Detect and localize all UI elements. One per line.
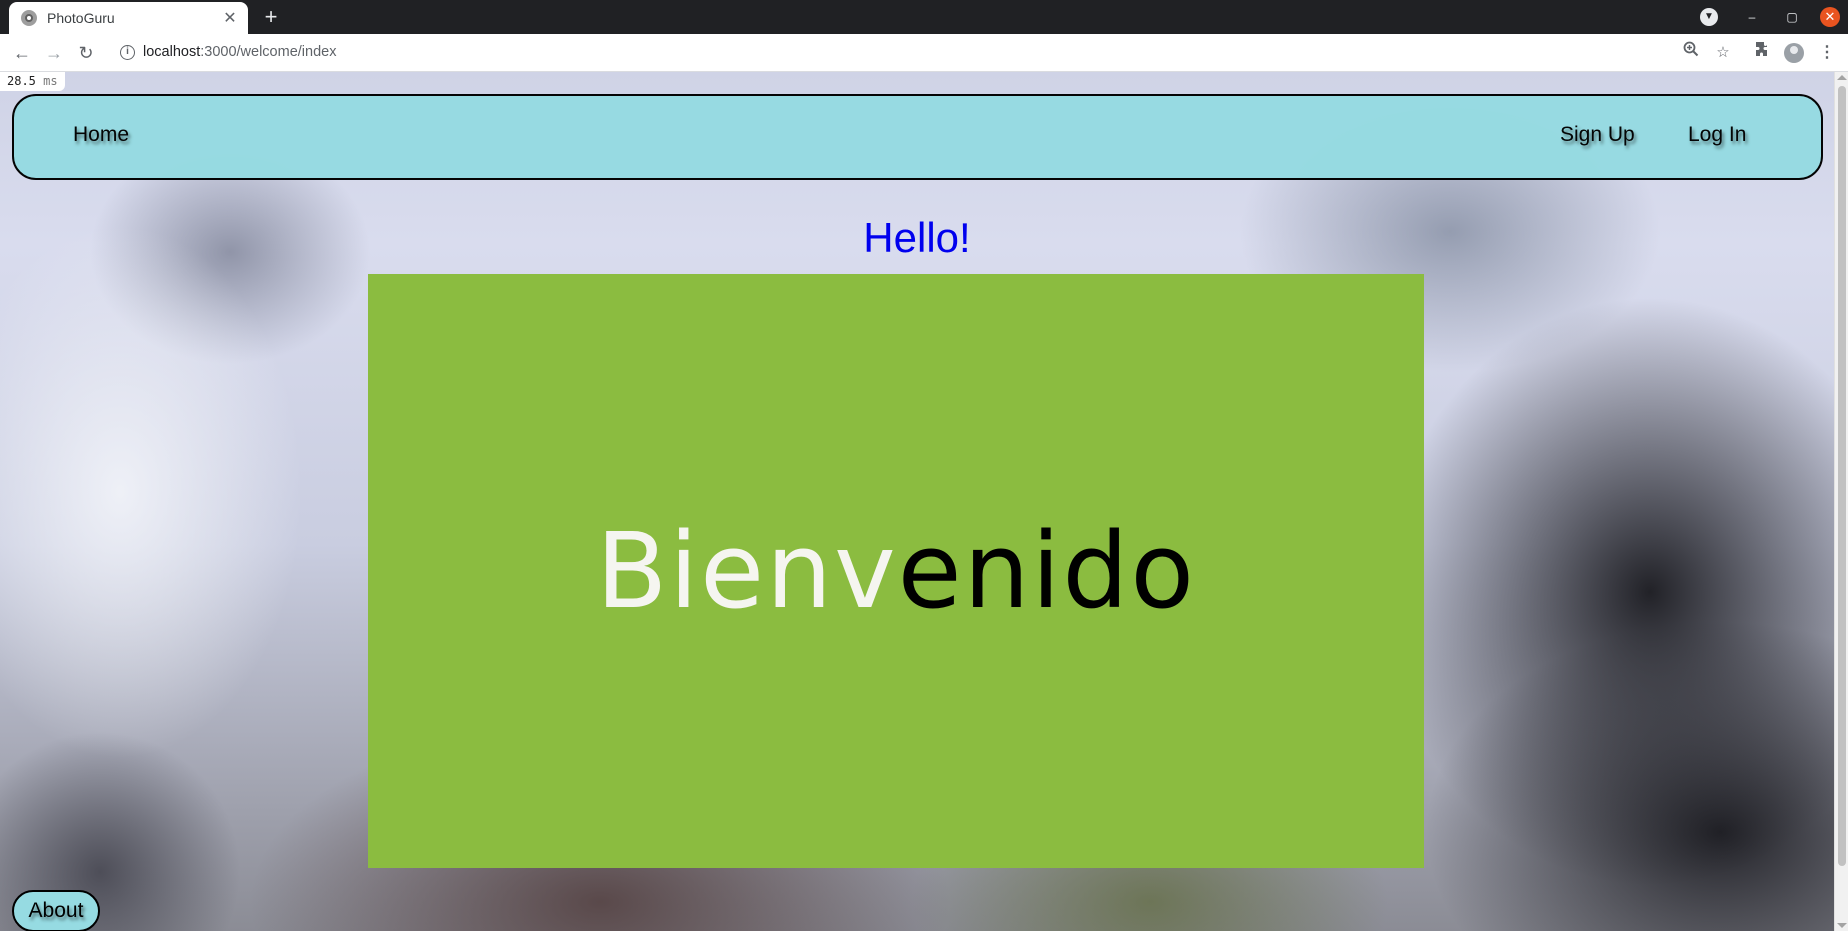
reload-button[interactable]: ↻ (74, 41, 98, 65)
address-bar[interactable]: i localhost:3000/welcome/index (108, 37, 1728, 68)
forward-button[interactable]: → (42, 41, 66, 65)
profile-icon[interactable] (1784, 43, 1804, 63)
banner-text: Bienv enido (368, 274, 1424, 868)
page-heading: Hello! (863, 214, 971, 261)
url-path: :3000/welcome/index (200, 44, 337, 60)
menu-icon[interactable]: ⋮ (1815, 41, 1839, 65)
tab-title: PhotoGuru (47, 10, 115, 26)
url-text[interactable]: localhost:3000/welcome/index (143, 44, 336, 60)
banner-text-dark: enido (897, 510, 1197, 632)
banner-text-light: Bienv (595, 510, 898, 632)
browser-toolbar: ← → ↻ i localhost:3000/welcome/index ☆ ⋮ (0, 34, 1848, 72)
scroll-thumb[interactable] (1838, 86, 1846, 866)
timing-unit: ms (43, 74, 58, 88)
scroll-up-arrow[interactable] (1837, 75, 1847, 80)
page-viewport: 28.5 ms Home Sign Up Log In Hello! Bienv… (0, 72, 1848, 931)
minimize-button[interactable]: – (1732, 6, 1772, 28)
tab-search-icon[interactable]: ▼ (1700, 8, 1718, 26)
render-timing-badge: 28.5 ms (0, 72, 65, 91)
url-host: localhost (143, 44, 201, 60)
site-info-icon[interactable]: i (120, 45, 135, 60)
new-tab-button[interactable]: + (258, 4, 284, 30)
nav-log-in-link[interactable]: Log In (1688, 123, 1746, 147)
nav-home-link[interactable]: Home (73, 123, 129, 147)
zoom-icon[interactable] (1679, 41, 1703, 65)
about-button[interactable]: About (12, 890, 100, 931)
window-close-button[interactable]: ✕ (1820, 7, 1840, 27)
browser-tabstrip: PhotoGuru ✕ + ▼ – ▢ ✕ (0, 0, 1848, 34)
maximize-button[interactable]: ▢ (1772, 6, 1812, 28)
timing-value: 28.5 (7, 74, 36, 88)
window-controls: ▼ – ▢ ✕ (1700, 6, 1840, 28)
browser-tab[interactable]: PhotoGuru ✕ (9, 2, 248, 34)
extensions-icon[interactable] (1751, 41, 1775, 65)
vertical-scrollbar[interactable] (1834, 72, 1848, 931)
site-navbar: Home Sign Up Log In (12, 94, 1823, 180)
nav-sign-up-link[interactable]: Sign Up (1560, 123, 1635, 147)
tab-close-icon[interactable]: ✕ (222, 8, 238, 28)
back-button[interactable]: ← (10, 41, 34, 65)
star-icon[interactable]: ☆ (1711, 41, 1735, 65)
favicon-icon (21, 10, 37, 26)
scroll-down-arrow[interactable] (1837, 923, 1847, 928)
welcome-banner: Bienv enido (368, 274, 1424, 868)
